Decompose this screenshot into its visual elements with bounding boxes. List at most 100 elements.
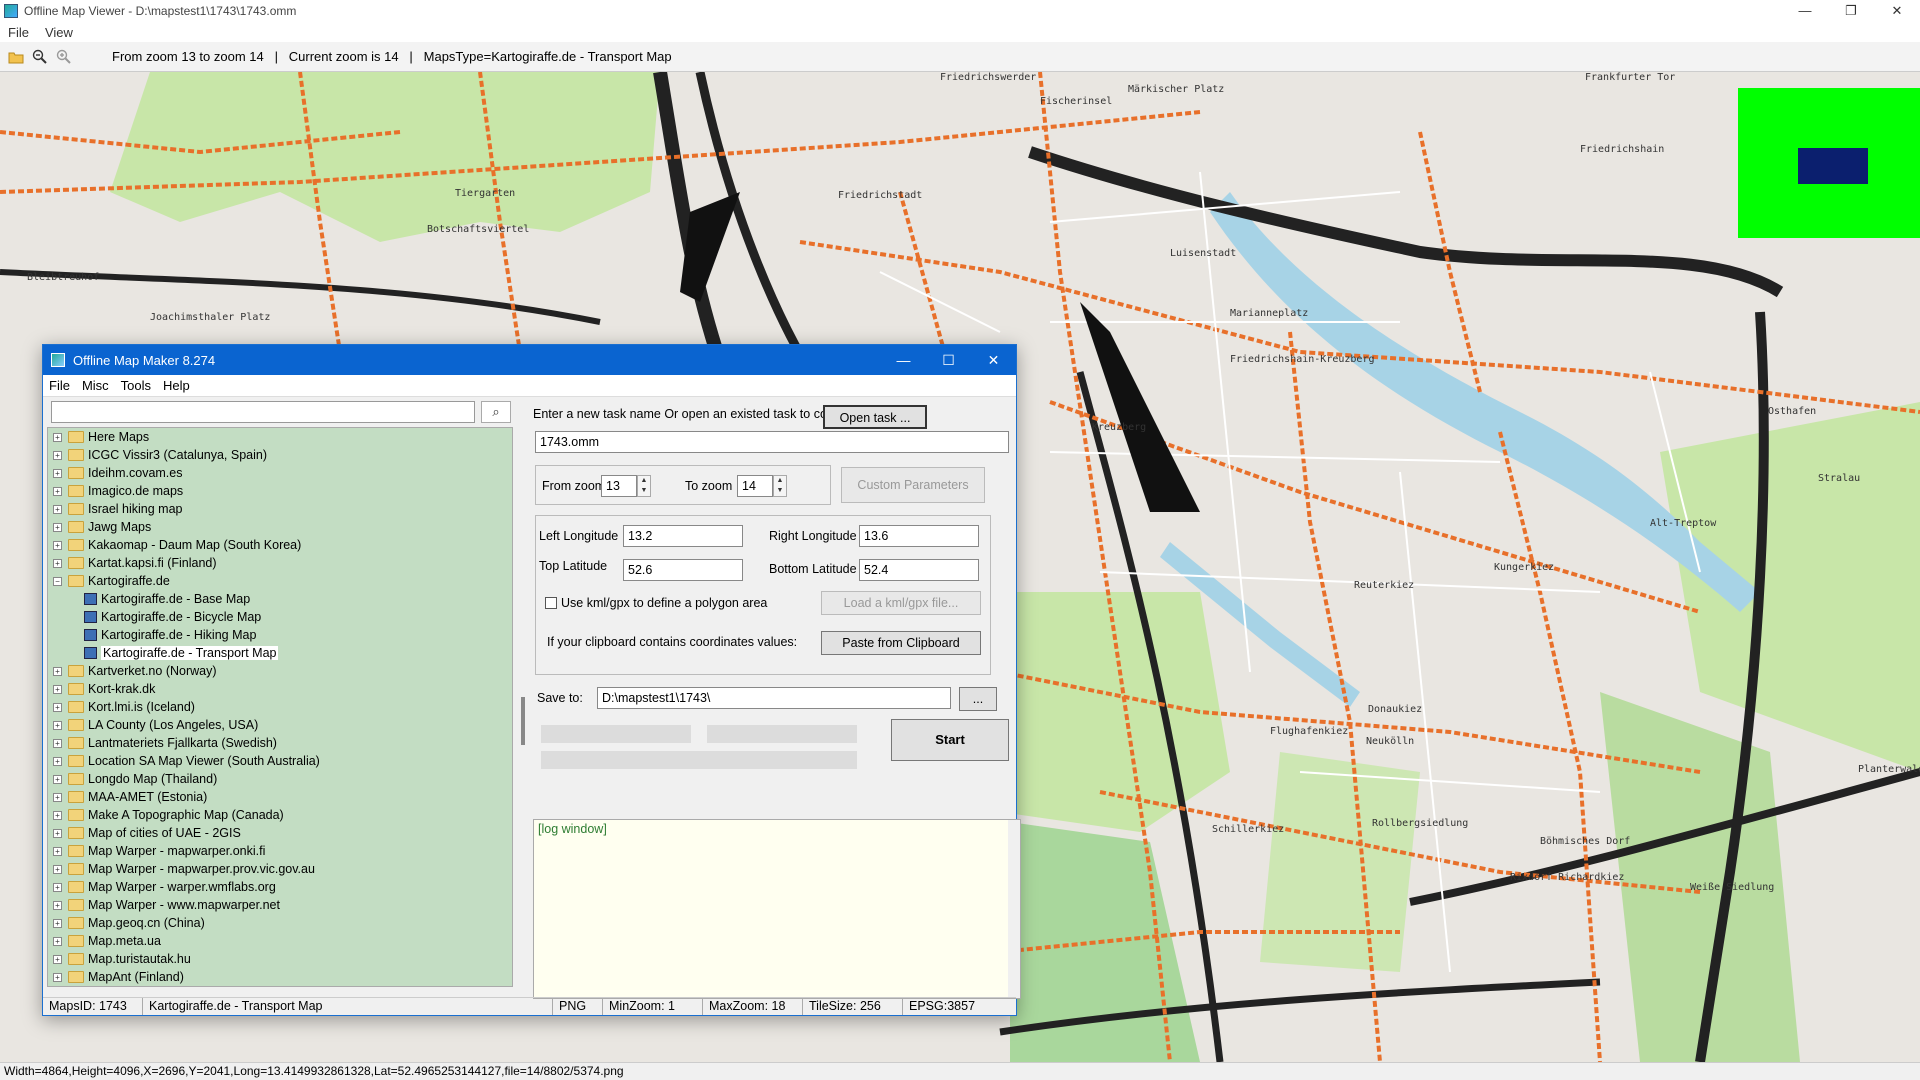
- left-longitude-input[interactable]: 13.2: [623, 525, 743, 547]
- tree-expander-icon[interactable]: +: [53, 720, 62, 730]
- tree-folder-item[interactable]: + Map.geoq.cn (China): [48, 914, 512, 932]
- tree-expander-icon[interactable]: +: [53, 900, 62, 910]
- tree-expander-icon[interactable]: +: [53, 468, 62, 478]
- tree-expander-icon[interactable]: +: [53, 522, 62, 532]
- to-zoom-input[interactable]: 14: [737, 475, 773, 497]
- tree-expander-icon[interactable]: +: [53, 450, 62, 460]
- tree-expander-icon[interactable]: +: [53, 666, 62, 676]
- tree-map-item[interactable]: Kartogiraffe.de - Bicycle Map: [48, 608, 512, 626]
- tree-expander-icon[interactable]: +: [53, 540, 62, 550]
- tree-map-item[interactable]: Kartogiraffe.de - Transport Map: [48, 644, 512, 662]
- tree-folder-item[interactable]: + MapAnt (Finland): [48, 968, 512, 986]
- tree-expander-icon[interactable]: +: [53, 756, 62, 766]
- tree-expander-icon[interactable]: +: [53, 972, 62, 982]
- overview-minimap[interactable]: [1738, 88, 1920, 238]
- tree-expander-icon[interactable]: +: [53, 918, 62, 928]
- close-button[interactable]: ✕: [1874, 0, 1920, 22]
- tree-folder-item[interactable]: + Map Warper - warper.wmflabs.org: [48, 878, 512, 896]
- tree-folder-item[interactable]: + Map.turistautak.hu: [48, 950, 512, 968]
- right-longitude-input[interactable]: 13.6: [859, 525, 979, 547]
- map-label: Friedrichshain-Kreuzberg: [1230, 354, 1375, 365]
- to-zoom-stepper[interactable]: ▲ ▼: [773, 475, 787, 497]
- maps-tree[interactable]: + Here Maps + ICGC Vissir3 (Catalunya, Spai…: [47, 427, 513, 987]
- tree-folder-item[interactable]: + Kort-krak.dk: [48, 680, 512, 698]
- tree-map-item[interactable]: Kartogiraffe.de - Hiking Map: [48, 626, 512, 644]
- open-task-button[interactable]: Open task ...: [823, 405, 927, 429]
- tree-folder-item[interactable]: + Kort.lmi.is (Iceland): [48, 698, 512, 716]
- dialog-menu-file[interactable]: File: [43, 378, 76, 393]
- tree-folder-item[interactable]: + Kartverket.no (Norway): [48, 662, 512, 680]
- tree-folder-item[interactable]: + Kartat.kapsi.fi (Finland): [48, 554, 512, 572]
- tree-folder-item[interactable]: + Make A Topographic Map (Canada): [48, 806, 512, 824]
- tree-folder-item[interactable]: + Location SA Map Viewer (South Australia…: [48, 752, 512, 770]
- zoom-in-icon[interactable]: [56, 49, 72, 65]
- tree-expander-icon[interactable]: +: [53, 432, 62, 442]
- tree-folder-item[interactable]: + Map.meta.ua: [48, 932, 512, 950]
- dialog-menu-tools[interactable]: Tools: [115, 378, 157, 393]
- dialog-minimize-button[interactable]: —: [881, 345, 926, 375]
- from-zoom-input[interactable]: 13: [601, 475, 637, 497]
- tree-expander-icon[interactable]: +: [53, 954, 62, 964]
- dialog-menu-misc[interactable]: Misc: [76, 378, 115, 393]
- tree-folder-item[interactable]: + Lantmateriets Fjallkarta (Swedish): [48, 734, 512, 752]
- tree-expander-icon[interactable]: −: [53, 576, 62, 586]
- tree-expander-icon[interactable]: +: [53, 684, 62, 694]
- dialog-menu-help[interactable]: Help: [157, 378, 196, 393]
- tree-expander-icon[interactable]: +: [53, 738, 62, 748]
- tree-expander-icon[interactable]: +: [53, 792, 62, 802]
- dialog-maximize-button[interactable]: ☐: [926, 345, 971, 375]
- log-window[interactable]: [log window]: [533, 819, 1021, 999]
- tree-expander-icon[interactable]: +: [53, 558, 62, 568]
- load-kml-button[interactable]: Load a kml/gpx file...: [821, 591, 981, 615]
- dialog-title-bar[interactable]: Offline Map Maker 8.274 — ☐ ✕: [43, 345, 1016, 375]
- bottom-latitude-input[interactable]: 52.4: [859, 559, 979, 581]
- tree-folder-item[interactable]: + Jawg Maps: [48, 518, 512, 536]
- tree-folder-item[interactable]: + Map Warper - www.mapwarper.net: [48, 896, 512, 914]
- tree-folder-item[interactable]: + Map Warper - mapwarper.onki.fi: [48, 842, 512, 860]
- menu-view[interactable]: View: [37, 25, 81, 40]
- tree-folder-item[interactable]: + Here Maps: [48, 428, 512, 446]
- tree-folder-item[interactable]: + Map of cities of UAE - 2GIS: [48, 824, 512, 842]
- tree-expander-icon[interactable]: +: [53, 936, 62, 946]
- tree-expander-icon[interactable]: +: [53, 504, 62, 514]
- start-button[interactable]: Start: [891, 719, 1009, 761]
- tree-folder-item[interactable]: + Israel hiking map: [48, 500, 512, 518]
- tree-expander-icon[interactable]: +: [53, 702, 62, 712]
- tree-folder-item[interactable]: − Kartogiraffe.de: [48, 572, 512, 590]
- zoom-out-icon[interactable]: [32, 49, 48, 65]
- custom-parameters-button[interactable]: Custom Parameters: [841, 467, 985, 503]
- tree-expander-icon[interactable]: +: [53, 810, 62, 820]
- tree-expander-icon[interactable]: +: [53, 486, 62, 496]
- tree-folder-item[interactable]: + Imagico.de maps: [48, 482, 512, 500]
- tree-folder-item[interactable]: + ICGC Vissir3 (Catalunya, Spain): [48, 446, 512, 464]
- tree-scrollbar[interactable]: [519, 427, 529, 987]
- log-scrollbar[interactable]: [1008, 820, 1020, 998]
- top-latitude-input[interactable]: 52.6: [623, 559, 743, 581]
- maximize-button[interactable]: ❐: [1828, 0, 1874, 22]
- menu-file[interactable]: File: [0, 25, 37, 40]
- minimize-button[interactable]: —: [1782, 0, 1828, 22]
- browse-button[interactable]: ...: [959, 687, 997, 711]
- kml-checkbox[interactable]: [545, 597, 557, 609]
- tree-expander-icon[interactable]: +: [53, 828, 62, 838]
- tree-folder-item[interactable]: + MAA-AMET (Estonia): [48, 788, 512, 806]
- tree-folder-item[interactable]: + Ideihm.covam.es: [48, 464, 512, 482]
- tree-folder-item[interactable]: + Longdo Map (Thailand): [48, 770, 512, 788]
- from-zoom-stepper[interactable]: ▲ ▼: [637, 475, 651, 497]
- paste-clipboard-button[interactable]: Paste from Clipboard: [821, 631, 981, 655]
- search-input[interactable]: [51, 401, 475, 423]
- tree-folder-item[interactable]: + Kakaomap - Daum Map (South Korea): [48, 536, 512, 554]
- open-folder-icon[interactable]: [8, 49, 24, 65]
- dialog-close-button[interactable]: ✕: [971, 345, 1016, 375]
- tree-expander-icon[interactable]: +: [53, 774, 62, 784]
- tree-folder-item[interactable]: + LA County (Los Angeles, USA): [48, 716, 512, 734]
- tree-map-item[interactable]: Kartogiraffe.de - Base Map: [48, 590, 512, 608]
- tree-folder-item[interactable]: + Map Warper - mapwarper.prov.vic.gov.au: [48, 860, 512, 878]
- task-name-input[interactable]: 1743.omm: [535, 431, 1009, 453]
- tree-expander-icon[interactable]: +: [53, 846, 62, 856]
- save-to-input[interactable]: D:\mapstest1\1743\: [597, 687, 951, 709]
- search-button[interactable]: ⌕: [481, 401, 511, 423]
- minimap-viewport[interactable]: [1798, 148, 1868, 184]
- tree-expander-icon[interactable]: +: [53, 864, 62, 874]
- tree-expander-icon[interactable]: +: [53, 882, 62, 892]
